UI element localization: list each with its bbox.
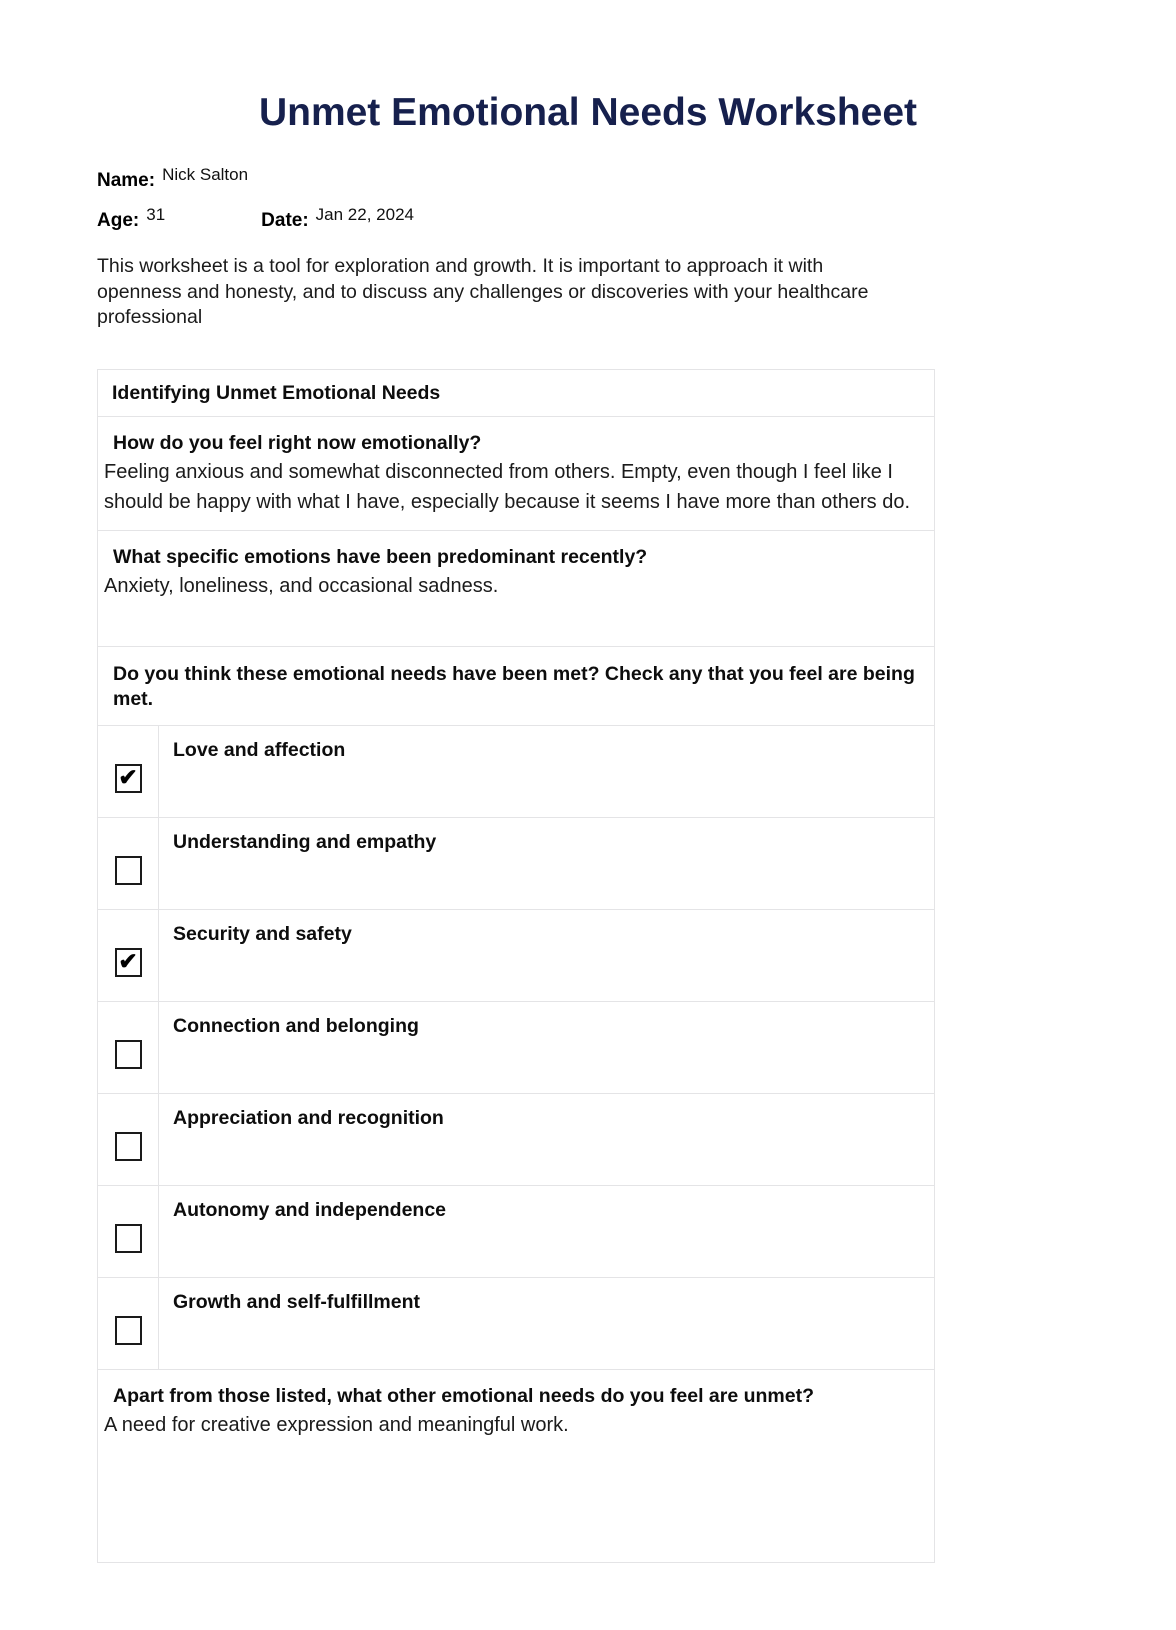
checklist-row[interactable]: ✔ Connection and belonging bbox=[98, 1002, 934, 1094]
question-label: What specific emotions have been predomi… bbox=[113, 546, 648, 568]
question-block-other-unmet-needs: Apart from those listed, what other emot… bbox=[98, 1370, 934, 1563]
checklist-label-cell: Appreciation and recognition bbox=[159, 1094, 934, 1185]
page-title: Unmet Emotional Needs Worksheet bbox=[258, 91, 918, 134]
checklist-row[interactable]: ✔ Autonomy and independence bbox=[98, 1186, 934, 1278]
checkbox-cell[interactable]: ✔ bbox=[98, 1278, 159, 1369]
checklist-prompt-label: Do you think these emotional needs have … bbox=[113, 663, 915, 710]
checkbox-unchecked-icon[interactable]: ✔ bbox=[114, 856, 142, 885]
age-value[interactable]: 31 bbox=[146, 205, 165, 225]
answer-value[interactable]: Anxiety, loneliness, and occasional sadn… bbox=[102, 571, 924, 601]
question-block-emotional-state: How do you feel right now emotionally? F… bbox=[98, 417, 934, 531]
checkbox-cell[interactable]: ✔ bbox=[98, 910, 159, 1001]
checkbox-unchecked-icon[interactable]: ✔ bbox=[114, 1132, 142, 1161]
checklist-item-label: Understanding and empathy bbox=[173, 831, 437, 853]
checkbox-cell[interactable]: ✔ bbox=[98, 1186, 159, 1277]
name-value[interactable]: Nick Salton bbox=[162, 165, 248, 185]
intro-paragraph: This worksheet is a tool for exploration… bbox=[97, 255, 869, 328]
checklist-item-label: Connection and belonging bbox=[173, 1015, 419, 1037]
checklist-label-cell: Connection and belonging bbox=[159, 1002, 934, 1093]
worksheet-page: Unmet Emotional Needs Worksheet Name: Nic… bbox=[0, 0, 1176, 1630]
checklist-item-label: Appreciation and recognition bbox=[173, 1107, 444, 1129]
date-label: Date: bbox=[261, 210, 309, 231]
checklist-label-cell: Understanding and empathy bbox=[159, 818, 934, 909]
checkbox-checked-icon[interactable]: ✔ bbox=[114, 763, 142, 793]
checklist-row[interactable]: ✔ Understanding and empathy bbox=[98, 818, 934, 910]
check-mark-icon: ✔ bbox=[118, 947, 138, 974]
worksheet-table: Identifying Unmet Emotional Needs How do… bbox=[97, 369, 935, 1563]
checklist-prompt-block: Do you think these emotional needs have … bbox=[98, 647, 934, 726]
question-label: How do you feel right now emotionally? bbox=[113, 432, 482, 454]
section-header-row: Identifying Unmet Emotional Needs bbox=[98, 370, 934, 417]
checkbox-cell[interactable]: ✔ bbox=[98, 726, 159, 817]
question-block-predominant-emotions: What specific emotions have been predomi… bbox=[98, 531, 934, 647]
checkbox-cell[interactable]: ✔ bbox=[98, 1094, 159, 1185]
checklist-row[interactable]: ✔ Love and affection bbox=[98, 726, 934, 818]
checkbox-checked-icon[interactable]: ✔ bbox=[114, 947, 142, 977]
age-date-field-row: Age: 31 Date: Jan 22, 2024 bbox=[97, 205, 937, 232]
checkbox-unchecked-icon[interactable]: ✔ bbox=[114, 1316, 142, 1345]
needs-checklist: ✔ Love and affection ✔ Understanding and em… bbox=[98, 726, 934, 1370]
age-label: Age: bbox=[97, 210, 140, 231]
checklist-item-label: Security and safety bbox=[173, 923, 352, 945]
checklist-label-cell: Love and affection bbox=[159, 726, 934, 817]
checklist-row[interactable]: ✔ Security and safety bbox=[98, 910, 934, 1002]
checklist-row[interactable]: ✔ Growth and self-fulfillment bbox=[98, 1278, 934, 1370]
checkbox-cell[interactable]: ✔ bbox=[98, 818, 159, 909]
date-value[interactable]: Jan 22, 2024 bbox=[316, 205, 414, 225]
checklist-label-cell: Growth and self-fulfillment bbox=[159, 1278, 934, 1369]
checklist-item-label: Growth and self-fulfillment bbox=[173, 1291, 420, 1313]
date-group: Date: Jan 22, 2024 bbox=[261, 205, 414, 232]
checkbox-unchecked-icon[interactable]: ✔ bbox=[114, 1224, 142, 1253]
checkbox-unchecked-icon[interactable]: ✔ bbox=[114, 1040, 142, 1069]
checklist-label-cell: Security and safety bbox=[159, 910, 934, 1001]
answer-value[interactable]: Feeling anxious and somewhat disconnecte… bbox=[102, 457, 924, 517]
section-header-title: Identifying Unmet Emotional Needs bbox=[112, 381, 441, 404]
answer-value[interactable]: A need for creative expression and meani… bbox=[102, 1410, 924, 1440]
question-label: Apart from those listed, what other emot… bbox=[113, 1385, 815, 1407]
checklist-item-label: Love and affection bbox=[173, 739, 346, 761]
checklist-item-label: Autonomy and independence bbox=[173, 1199, 447, 1221]
checklist-label-cell: Autonomy and independence bbox=[159, 1186, 934, 1277]
name-field-row: Name: Nick Salton bbox=[97, 165, 248, 192]
checklist-row[interactable]: ✔ Appreciation and recognition bbox=[98, 1094, 934, 1186]
name-label: Name: bbox=[97, 170, 156, 191]
checkbox-cell[interactable]: ✔ bbox=[98, 1002, 159, 1093]
check-mark-icon: ✔ bbox=[118, 763, 138, 790]
